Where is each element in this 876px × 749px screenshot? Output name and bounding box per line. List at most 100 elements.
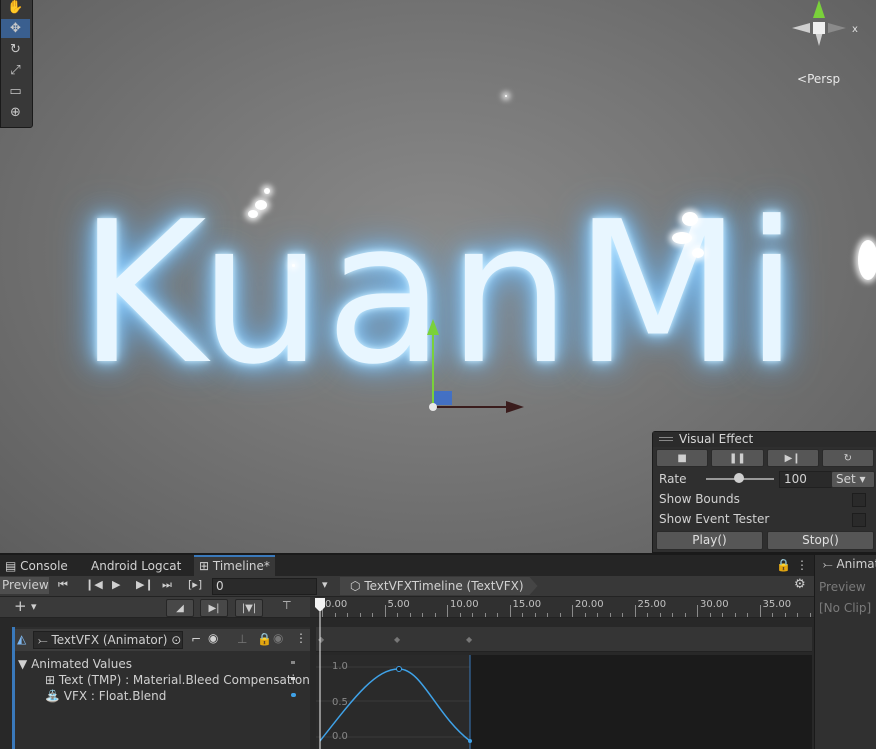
- show-bounds-checkbox[interactable]: [852, 493, 866, 507]
- curves-toggle-icon[interactable]: ⌐: [191, 632, 201, 646]
- play-button[interactable]: Play(): [656, 531, 763, 550]
- preview-button[interactable]: Preview: [0, 577, 49, 594]
- set-rate-dropdown[interactable]: Set ▾: [831, 471, 875, 488]
- goto-end-icon[interactable]: ⏭: [162, 578, 172, 592]
- persp-label: Persp: [807, 72, 841, 86]
- animation-icon: ⤚: [823, 557, 833, 571]
- rate-field[interactable]: 100: [779, 471, 833, 488]
- rect-tool-icon[interactable]: ▭: [1, 82, 30, 101]
- move-tool-icon[interactable]: ✥: [1, 19, 30, 38]
- property-indicator: [291, 661, 295, 664]
- goto-start-icon[interactable]: ⏮: [58, 578, 68, 592]
- track-lock-icon[interactable]: 🔒: [257, 632, 272, 646]
- sparkle-particles: [292, 264, 295, 267]
- ruler-minor-tick: [372, 613, 373, 617]
- property-row-bleed-compensation[interactable]: ⊞ Text (TMP) : Material.Bleed Compensati…: [45, 673, 310, 687]
- ruler-minor-tick: [459, 613, 461, 617]
- transform-tool-icon[interactable]: ⊕: [1, 103, 30, 122]
- ruler-major-tick: [447, 605, 448, 617]
- visual-effect-title[interactable]: Visual Effect: [653, 432, 876, 447]
- property-row-float-blend[interactable]: ⛲ VFX : Float.Blend: [45, 689, 166, 703]
- stop-icon-button[interactable]: ■: [656, 449, 709, 467]
- keyframe-marker[interactable]: ◆: [466, 635, 472, 644]
- ruler-minor-tick: [722, 613, 723, 617]
- ruler-major-tick: [634, 605, 636, 617]
- tab-bar: ▤ Console Android Logcat ⊞ Timeline* 🔒 ⋮: [0, 555, 814, 577]
- track-header-toolbar: + ▾ ◢ ▶| |▼| ⊤: [0, 597, 310, 618]
- add-track-icon[interactable]: +: [14, 597, 27, 615]
- step-icon-button[interactable]: ▶❙: [766, 449, 819, 467]
- animated-values-label: Animated Values: [31, 657, 132, 671]
- frame-field[interactable]: 0: [212, 578, 317, 595]
- track-pin-icon[interactable]: ⊥: [237, 632, 247, 646]
- timeline-toolbar: Preview ⏮ ❙◀ ▶ ▶❙ ⏭ [▸] 0 ▾ ⬡ TextVFXTim…: [0, 576, 814, 597]
- ripple-icon[interactable]: ◢: [166, 599, 194, 617]
- tab-android-logcat[interactable]: Android Logcat: [86, 557, 186, 576]
- persp-toggle[interactable]: <Persp: [797, 72, 840, 86]
- rotate-tool-icon[interactable]: ↻: [1, 40, 30, 59]
- ruler-minor-tick: [497, 613, 498, 617]
- next-frame-icon[interactable]: ▶❙: [136, 578, 154, 591]
- track-binding-field[interactable]: ⤚ TextVFX (Animator) ⊙: [33, 631, 183, 649]
- lock-icon[interactable]: 🔒: [776, 558, 791, 572]
- animation-curve[interactable]: 1.0 0.5 0.0: [316, 655, 812, 749]
- hand-tool-icon[interactable]: ✋: [1, 0, 30, 17]
- sparkle-particles: [672, 232, 692, 244]
- ruler-minor-tick: [809, 613, 811, 617]
- play-icon[interactable]: ▶: [112, 578, 120, 591]
- rate-slider-knob[interactable]: [734, 473, 744, 483]
- drag-grip-icon[interactable]: [659, 437, 673, 438]
- track-visibility-icon[interactable]: ◉: [273, 631, 283, 645]
- scene-view[interactable]: ✋ ✥ ↻ ⤢ ▭ ⊕ KuanMi x <Persp Visual Effec…: [0, 0, 876, 553]
- animator-track-lane[interactable]: ◆ ◆ ◆: [316, 627, 812, 652]
- mix-icon[interactable]: ▶|: [200, 599, 228, 617]
- ruler-minor-tick: [584, 613, 586, 617]
- ruler-minor-tick: [684, 613, 686, 617]
- pin-icon[interactable]: ⊤: [282, 599, 292, 612]
- playhead[interactable]: [314, 597, 326, 749]
- ruler-major-tick: [572, 605, 573, 617]
- gear-icon[interactable]: ⚙: [794, 577, 806, 592]
- loop-icon-button[interactable]: ↻: [821, 449, 874, 467]
- show-event-tester-row: Show Event Tester: [653, 509, 876, 529]
- ruler-minor-tick: [422, 613, 423, 617]
- property-label: Text (TMP) : Material.Bleed Compensation: [58, 673, 310, 687]
- timeline-asset-breadcrumb[interactable]: ⬡ TextVFXTimeline (TextVFX): [340, 577, 538, 595]
- visual-effect-panel: Visual Effect ■ ❚❚ ▶❙ ↻ Rate 100 Set ▾ S…: [652, 431, 876, 553]
- show-event-tester-checkbox[interactable]: [852, 513, 866, 527]
- stop-button[interactable]: Stop(): [767, 531, 874, 550]
- ruler-minor-tick: [734, 613, 736, 617]
- clip-selector[interactable]: [No Clip]: [819, 601, 871, 615]
- ruler-minor-tick: [672, 613, 673, 617]
- move-gizmo[interactable]: [420, 315, 530, 420]
- track-name-label: TextVFX (Animator): [51, 633, 168, 647]
- keyframe-marker[interactable]: ◆: [394, 635, 400, 644]
- record-icon[interactable]: ◉: [208, 631, 218, 645]
- orientation-gizmo[interactable]: x: [786, 0, 866, 70]
- ruler-major-tick: [697, 605, 698, 617]
- animator-track-header[interactable]: ◭ ⤚ TextVFX (Animator) ⊙ ⌐ ◉ ⊥ 🔒 ◉ ⋮: [15, 629, 310, 651]
- tab-console[interactable]: ▤ Console: [0, 557, 73, 576]
- ruler-minor-tick: [534, 613, 536, 617]
- track-more-icon[interactable]: ⋮: [295, 631, 307, 645]
- gizmo-x-label: x: [852, 24, 858, 35]
- replace-icon[interactable]: |▼|: [235, 599, 263, 617]
- animation-preview-button[interactable]: Preview: [819, 580, 866, 594]
- frame-dropdown-icon[interactable]: ▾: [322, 578, 328, 591]
- persp-arrow-icon: <: [797, 72, 808, 86]
- rate-label: Rate: [659, 472, 687, 486]
- time-ruler[interactable]: 0.00 5.00 10.00 15.00 20.00 25.00 30.00 35.00: [310, 597, 814, 618]
- ruler-minor-tick: [559, 613, 561, 617]
- prev-frame-icon[interactable]: ❙◀: [85, 578, 103, 591]
- pause-icon-button[interactable]: ❚❚: [711, 449, 764, 467]
- tab-animation[interactable]: ⤚ Animat: [823, 557, 876, 572]
- animated-values-foldout[interactable]: ▼ Animated Values: [18, 657, 132, 671]
- play-range-icon[interactable]: [▸]: [188, 578, 202, 591]
- show-bounds-label: Show Bounds: [659, 492, 740, 506]
- object-picker-icon: ⊙: [171, 633, 182, 647]
- add-dropdown-icon[interactable]: ▾: [31, 600, 37, 613]
- tab-timeline[interactable]: ⊞ Timeline*: [194, 555, 275, 576]
- more-options-icon[interactable]: ⋮: [796, 558, 808, 572]
- tab-logcat-label: Android Logcat: [91, 559, 182, 573]
- scale-tool-icon[interactable]: ⤢: [1, 61, 30, 80]
